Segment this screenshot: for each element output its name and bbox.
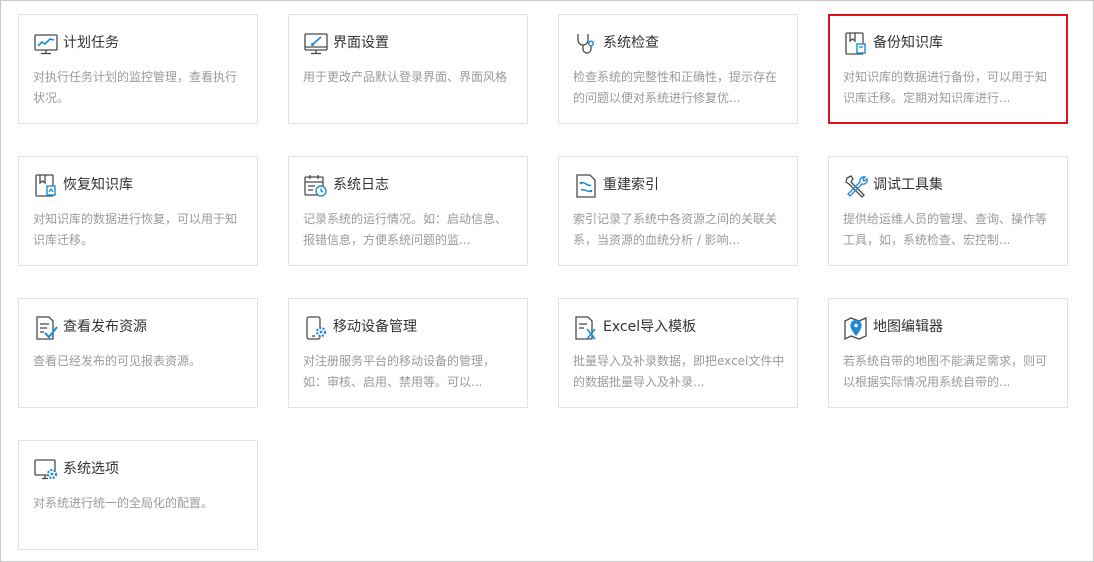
card-title: 恢复知识库 [63, 177, 133, 193]
card-interface-settings[interactable]: 界面设置 用于更改产品默认登录界面、界面风格 [288, 14, 528, 124]
tools-icon [843, 173, 869, 199]
card-view-published-resources[interactable]: 查看发布资源 查看已经发布的可见报表资源。 [18, 298, 258, 408]
card-title: 移动设备管理 [333, 319, 417, 335]
card-map-editor[interactable]: 地图编辑器 若系统自带的地图不能满足需求，则可 以根据实际情况用系统自带的... [828, 298, 1068, 408]
card-excel-import-template[interactable]: Excel导入模板 批量导入及补录数据，即把excel文件中 的数据批量导入及补… [558, 298, 798, 408]
system-tools-panel: 计划任务 对执行任务计划的监控管理，查看执行 状况。 界面设置 用于更改产品默认… [0, 0, 1094, 562]
card-mobile-device-management[interactable]: 移动设备管理 对注册服务平台的移动设备的管理， 如：审核、启用、禁用等。可以..… [288, 298, 528, 408]
card-description: 对注册服务平台的移动设备的管理， 如：审核、启用、禁用等。可以... [303, 354, 496, 389]
card-title: 重建索引 [603, 177, 659, 193]
card-title: 查看发布资源 [63, 319, 147, 335]
card-description: 对执行任务计划的监控管理，查看执行 状况。 [33, 70, 238, 105]
card-system-options[interactable]: 系统选项 对系统进行统一的全局化的配置。 [18, 440, 258, 550]
card-description: 查看已经发布的可见报表资源。 [33, 354, 202, 368]
book-restore-icon [33, 173, 59, 199]
card-description: 批量导入及补录数据，即把excel文件中 的数据批量导入及补录... [573, 354, 785, 389]
card-system-log[interactable]: 系统日志 记录系统的运行情况。如：启动信息、 报错信息，方便系统问题的监... [288, 156, 528, 266]
card-description: 若系统自带的地图不能满足需求，则可 以根据实际情况用系统自带的... [843, 354, 1048, 389]
card-title: 界面设置 [333, 35, 389, 51]
monitor-chart-icon [33, 31, 59, 57]
card-title: 系统检查 [603, 35, 659, 51]
calendar-clock-icon [303, 173, 329, 199]
document-index-icon [573, 173, 599, 199]
mobile-gear-icon [303, 315, 329, 341]
card-title: 地图编辑器 [873, 319, 943, 335]
card-title: 系统日志 [333, 177, 389, 193]
card-title: Excel导入模板 [603, 319, 697, 335]
card-system-check[interactable]: 系统检查 检查系统的完整性和正确性，提示存在 的问题以便对系统进行修复优... [558, 14, 798, 124]
stethoscope-icon [573, 31, 599, 57]
monitor-gear-icon [33, 457, 59, 483]
card-description: 用于更改产品默认登录界面、界面风格 [303, 70, 508, 84]
map-pin-icon [843, 315, 869, 341]
tool-card-grid: 计划任务 对执行任务计划的监控管理，查看执行 状况。 界面设置 用于更改产品默认… [18, 14, 1068, 550]
book-backup-icon [843, 31, 869, 57]
card-description: 记录系统的运行情况。如：启动信息、 报错信息，方便系统问题的监... [303, 212, 508, 247]
card-scheduled-tasks[interactable]: 计划任务 对执行任务计划的监控管理，查看执行 状况。 [18, 14, 258, 124]
card-description: 检查系统的完整性和正确性，提示存在 的问题以便对系统进行修复优... [573, 70, 778, 105]
card-title: 计划任务 [63, 35, 119, 51]
card-description: 对知识库的数据进行恢复，可以用于知 识库迁移。 [33, 212, 238, 247]
document-check-icon [33, 315, 59, 341]
card-title: 调试工具集 [873, 177, 943, 193]
card-rebuild-index[interactable]: 重建索引 索引记录了系统中各资源之间的关联关 系，当资源的血统分析 / 影响..… [558, 156, 798, 266]
card-description: 索引记录了系统中各资源之间的关联关 系，当资源的血统分析 / 影响... [573, 212, 778, 247]
card-title: 系统选项 [63, 461, 119, 477]
card-backup-knowledge-base[interactable]: 备份知识库 对知识库的数据进行备份，可以用于知 识库迁移。定期对知识库进行... [828, 14, 1068, 124]
card-restore-knowledge-base[interactable]: 恢复知识库 对知识库的数据进行恢复，可以用于知 识库迁移。 [18, 156, 258, 266]
card-description: 提供给运维人员的管理、查询、操作等 工具，如，系统检查、宏控制... [843, 212, 1048, 247]
monitor-brush-icon [303, 31, 329, 57]
card-debug-toolkit[interactable]: 调试工具集 提供给运维人员的管理、查询、操作等 工具，如，系统检查、宏控制... [828, 156, 1068, 266]
card-description: 对系统进行统一的全局化的配置。 [33, 496, 214, 510]
card-description: 对知识库的数据进行备份，可以用于知 识库迁移。定期对知识库进行... [843, 70, 1048, 105]
card-title: 备份知识库 [873, 35, 943, 51]
excel-document-icon [573, 315, 599, 341]
